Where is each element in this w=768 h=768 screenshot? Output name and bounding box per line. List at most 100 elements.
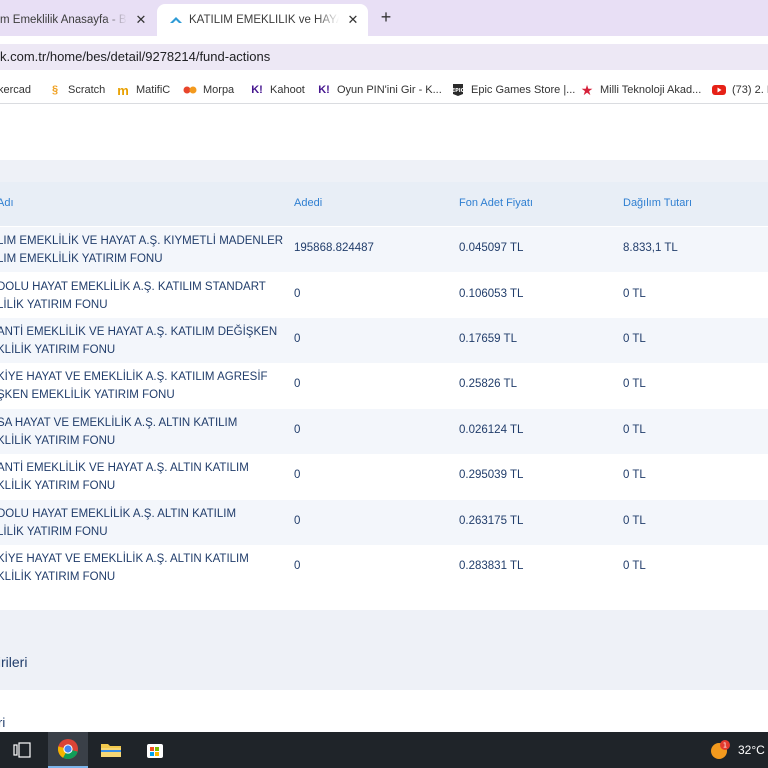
table-row: SA HAYAT VE EMEKLİLİK A.Ş. ALTIN KATILIM… [0,409,768,454]
tab-katilim-emeklilik[interactable]: KATILIM EMEKLİLİK ve HAYAT A.Ş. ✕ [157,4,368,36]
bookmark-matific[interactable]: m MatifiC [116,82,170,98]
fund-price: 0.026124 TL [459,424,524,436]
fund-name-line: LIM EMEKLİLİK YATIRIM FONU [0,253,163,265]
header-price[interactable]: Fon Adet Fiyatı [459,197,533,209]
fund-name-line: KLİLİK YATIRIM FONU [0,571,116,583]
close-icon[interactable]: ✕ [345,12,361,28]
fund-name-line: KİYE HAYAT VE EMEKLİLİK A.Ş. ALTIN KATIL… [0,553,249,565]
fund-amount: 0 TL [623,333,646,345]
fund-name: ANTİ EMEKLİLİK VE HAYAT A.Ş. KATILIM DEĞ… [0,323,287,359]
section-card [0,690,768,732]
table-row: DOLU HAYAT EMEKLİLİK A.Ş. ALTIN KATILIM L… [0,500,768,545]
fund-units: 0 [294,288,301,300]
fund-name-line: ANTİ EMEKLİLİK VE HAYAT A.Ş. ALTIN KATIL… [0,462,249,474]
bookmark-label: Oyun PIN'ini Gir - K... [337,84,442,96]
file-explorer-icon[interactable] [91,732,131,768]
bookmark-oyun-pin[interactable]: K! Oyun PIN'ini Gir - K... [317,82,442,98]
fund-name: LIM EMEKLİLİK VE HAYAT A.Ş. KIYMETLİ MAD… [0,232,287,268]
fund-units: 0 [294,515,301,527]
fund-units: 0 [294,469,301,481]
weather-badge: 1 [723,742,727,750]
youtube-icon [712,83,726,97]
fund-price: 0.045097 TL [459,242,524,254]
fund-units: 0 [294,424,301,436]
table-row: ANTİ EMEKLİLİK VE HAYAT A.Ş. KATILIM DEĞ… [0,318,768,363]
weather-icon[interactable]: 1 [703,732,737,768]
bookmark-label: kercad [0,84,32,96]
bookmark-morpa[interactable]: Morpa [183,82,234,98]
bookmark-scratch[interactable]: § Scratch [48,82,105,98]
header-name[interactable]: Adı [0,197,14,209]
star-icon: ★ [580,81,594,98]
chrome-icon[interactable] [48,732,88,768]
fund-amount: 0 TL [623,288,646,300]
bookmark-label: Milli Teknoloji Akad... [600,84,702,96]
bookmark-milli-teknoloji[interactable]: ★ Milli Teknoloji Akad... [580,81,702,98]
bookmark-label: Kahoot [270,84,305,96]
page-content: Adı Adedi Fon Adet Fiyatı Dağılım Tutarı… [0,104,768,732]
fund-name: KİYE HAYAT VE EMEKLİLİK A.Ş. KATILIM AGR… [0,368,287,404]
header-amount[interactable]: Dağılım Tutarı [623,197,692,209]
matific-icon: m [117,82,129,98]
tab-strip: m Emeklilik Anasayfa - Bire ✕ KATILIM EM… [0,0,768,36]
bookmark-label: (73) 2. D [732,84,768,96]
katilim-logo-icon [170,17,182,23]
tab-title: m Emeklilik Anasayfa - Bire [0,14,127,26]
fund-table: Adı Adedi Fon Adet Fiyatı Dağılım Tutarı… [0,182,768,610]
tab-emeklilik-anasayfa[interactable]: m Emeklilik Anasayfa - Bire ✕ [0,4,156,36]
table-row: KİYE HAYAT VE EMEKLİLİK A.Ş. KATILIM AGR… [0,363,768,408]
fund-price: 0.17659 TL [459,333,517,345]
taskbar: 1 32°C [0,732,768,768]
fund-units: 0 [294,378,301,390]
fund-name-line: KLİLİK YATIRIM FONU [0,344,116,356]
fund-name-line: DOLU HAYAT EMEKLİLİK A.Ş. ALTIN KATILIM [0,508,237,520]
temperature: 32°C [738,743,765,757]
url-field[interactable]: k.com.tr/home/bes/detail/9278214/fund-ac… [0,44,768,70]
fund-name: DOLU HAYAT EMEKLİLİK A.Ş. ALTIN KATILIM L… [0,505,287,541]
fund-name-line: KLİLİK YATIRIM FONU [0,435,116,447]
bookmark-label: Epic Games Store |... [471,84,576,96]
bookmarks-bar: kercad § Scratch m MatifiC Morpa K! Kaho… [0,76,768,104]
bookmark-label: Morpa [203,84,235,96]
task-view-icon[interactable] [2,732,42,768]
fund-name-line: LİLİK YATIRIM FONU [0,299,108,311]
fund-name-line: DOLU HAYAT EMEKLİLİK A.Ş. KATILIM STANDA… [0,281,266,293]
bookmark-kahoot[interactable]: K! Kahoot [250,82,305,98]
fund-name: SA HAYAT VE EMEKLİLİK A.Ş. ALTIN KATILIM… [0,414,287,450]
table-row: DOLU HAYAT EMEKLİLİK A.Ş. KATILIM STANDA… [0,273,768,318]
fund-price: 0.263175 TL [459,515,524,527]
close-icon[interactable]: ✕ [133,12,149,28]
store-icon[interactable] [135,732,175,768]
fund-name-line: KLİLİK YATIRIM FONU [0,480,116,492]
fund-amount: 8.833,1 TL [623,242,678,254]
fund-name: KİYE HAYAT VE EMEKLİLİK A.Ş. ALTIN KATIL… [0,550,287,586]
kahoot-icon: K! [251,84,263,96]
epic-games-icon: EPIC [451,83,465,97]
fund-units: 0 [294,333,301,345]
bookmark-youtube[interactable]: (73) 2. D [712,82,768,98]
tab-title: KATILIM EMEKLİLİK ve HAYAT A.Ş. [189,14,339,26]
fund-amount: 0 TL [623,424,646,436]
fund-name: DOLU HAYAT EMEKLİLİK A.Ş. KATILIM STANDA… [0,278,287,314]
fund-units: 195868.824487 [294,242,374,254]
bookmark-epic-games[interactable]: EPIC Epic Games Store |... [451,82,575,98]
new-tab-button[interactable]: + [376,7,396,28]
fund-amount: 0 TL [623,515,646,527]
fund-amount: 0 TL [623,469,646,481]
fund-price: 0.295039 TL [459,469,524,481]
fund-name-line: LİLİK YATIRIM FONU [0,526,108,538]
fund-name: ANTİ EMEKLİLİK VE HAYAT A.Ş. ALTIN KATIL… [0,459,287,495]
fund-price: 0.283831 TL [459,560,524,572]
header-units[interactable]: Adedi [294,197,322,209]
fund-amount: 0 TL [623,378,646,390]
table-row: KİYE HAYAT VE EMEKLİLİK A.Ş. ALTIN KATIL… [0,545,768,590]
fund-price: 0.25826 TL [459,378,517,390]
bookmark-label: MatifiC [136,84,171,96]
address-bar: k.com.tr/home/bes/detail/9278214/fund-ac… [0,36,768,76]
top-card [0,104,768,160]
svg-text:EPIC: EPIC [452,88,464,94]
table-row: ANTİ EMEKLİLİK VE HAYAT A.Ş. ALTIN KATIL… [0,454,768,499]
section-title: tirileri [0,654,28,670]
section-subtitle: ri [0,715,6,730]
bookmark-kercad[interactable]: kercad [0,82,31,98]
